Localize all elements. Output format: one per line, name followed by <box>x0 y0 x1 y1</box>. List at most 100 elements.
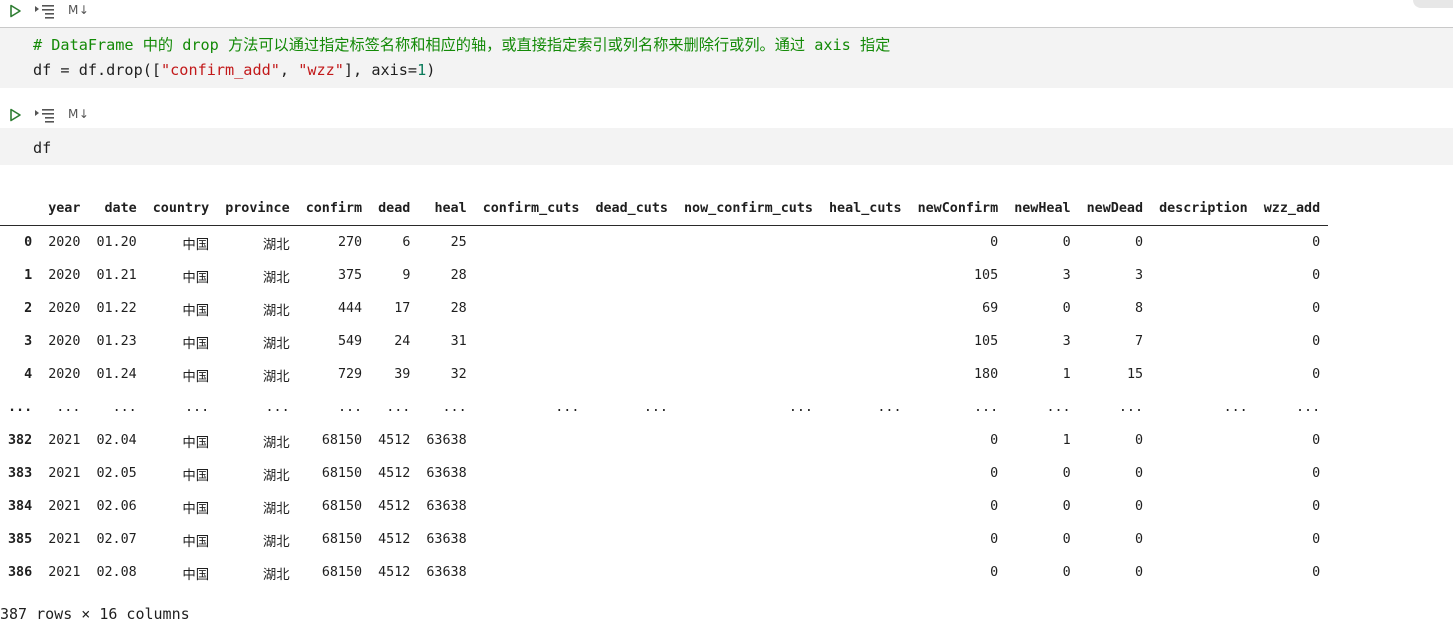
column-header: confirm_cuts <box>474 192 588 226</box>
table-cell: 3 <box>1062 268 1071 283</box>
column-header: newDead <box>1078 192 1152 226</box>
table-cell: ... <box>265 400 290 415</box>
table-cell: 9 <box>402 268 411 283</box>
table-cell: 01.20 <box>96 235 137 250</box>
table-cell <box>587 523 676 556</box>
code-cell-1[interactable]: # DataFrame 中的 drop 方法可以通过指定标签名称和相应的轴，或直… <box>0 28 1453 88</box>
table-cell: 68150 <box>321 499 363 514</box>
table-cell: ... <box>112 400 137 415</box>
table-cell: 105 <box>974 268 999 283</box>
run-cell-icon[interactable] <box>8 108 22 122</box>
run-by-line-icon[interactable] <box>34 3 56 19</box>
table-cell: 01.22 <box>96 301 137 316</box>
dataframe-shape-summary: 387 rows × 16 columns <box>0 605 190 623</box>
column-header: confirm <box>297 192 371 226</box>
table-cell <box>821 226 910 260</box>
table-cell: 39 <box>394 367 411 382</box>
table-cell <box>1151 292 1256 325</box>
table-cell: ... <box>1046 400 1071 415</box>
table-cell: 4512 <box>378 433 411 448</box>
run-by-line-icon[interactable] <box>34 107 56 123</box>
table-row: 4 2020 01.24 中国 湖北 729 39 32 180 1 15 0 <box>0 358 1328 391</box>
table-cell: 0 <box>1312 433 1321 448</box>
table-cell: 2020 <box>48 235 81 250</box>
run-cell-icon[interactable] <box>8 4 22 18</box>
table-cell <box>475 490 588 523</box>
table-cell: 湖北 <box>262 336 290 352</box>
table-cell <box>587 457 676 490</box>
table-cell: 01.23 <box>96 334 137 349</box>
scroll-indicator <box>1413 0 1453 8</box>
column-header: dead_cuts <box>587 192 676 226</box>
table-cell: 28 <box>450 268 467 283</box>
row-index: 383 <box>8 466 33 481</box>
table-cell: 105 <box>974 334 999 349</box>
code-cell-2[interactable]: df <box>0 128 1453 165</box>
table-cell: 0 <box>1135 466 1144 481</box>
table-cell: 02.08 <box>96 565 137 580</box>
table-cell <box>1151 226 1256 260</box>
table-cell <box>676 226 821 260</box>
column-header: wzz_add <box>1255 192 1329 226</box>
table-cell <box>475 325 588 358</box>
table-cell: 中国 <box>182 237 210 253</box>
table-cell: 2020 <box>48 367 81 382</box>
table-cell: 2020 <box>48 268 81 283</box>
markdown-toggle[interactable]: M↓ <box>68 3 89 17</box>
table-row: 384 2021 02.06 中国 湖北 68150 4512 63638 0 0 0 0 <box>0 490 1328 523</box>
row-index: 1 <box>24 268 33 283</box>
code-line: df <box>33 139 52 157</box>
table-cell: 湖北 <box>262 303 290 319</box>
table-cell <box>587 226 676 260</box>
column-header: heal <box>418 192 475 226</box>
row-index: 0 <box>24 235 33 250</box>
table-cell: 湖北 <box>262 237 290 253</box>
table-cell: 0 <box>1135 565 1144 580</box>
table-cell: ... <box>386 400 411 415</box>
table-cell <box>676 523 821 556</box>
table-cell <box>1151 325 1256 358</box>
table-cell <box>587 556 676 589</box>
row-index: 3 <box>24 334 33 349</box>
table-cell <box>587 259 676 292</box>
table-cell: 3 <box>1135 268 1144 283</box>
table-cell: 02.07 <box>96 532 137 547</box>
table-cell: 0 <box>1135 235 1144 250</box>
table-cell <box>475 523 588 556</box>
table-cell: 180 <box>974 367 999 382</box>
table-cell: 15 <box>1126 367 1144 382</box>
column-header: newConfirm <box>909 192 1007 226</box>
table-cell: 63638 <box>426 499 467 514</box>
table-cell: ... <box>337 400 363 415</box>
table-cell: 0 <box>1062 565 1071 580</box>
table-cell <box>1151 424 1256 457</box>
table-cell <box>821 424 910 457</box>
table-cell: 中国 <box>182 468 210 484</box>
table-cell: ... <box>1296 400 1321 415</box>
table-cell: 0 <box>1312 499 1321 514</box>
table-cell: 0 <box>1312 334 1321 349</box>
table-cell: 1 <box>1062 433 1071 448</box>
table-cell: 2020 <box>48 301 81 316</box>
table-cell: ... <box>974 400 999 415</box>
table-cell <box>475 457 588 490</box>
table-cell: ... <box>788 400 813 415</box>
table-cell: 02.05 <box>96 466 137 481</box>
table-cell <box>587 490 676 523</box>
table-cell: 湖北 <box>262 270 290 286</box>
dataframe-output: year date country province confirm dead heal co… <box>0 192 1329 589</box>
code-line: df = df.drop(["confirm_add", "wzz"], axi… <box>33 61 436 79</box>
markdown-toggle[interactable]: M↓ <box>68 107 89 121</box>
table-cell: 0 <box>990 466 999 481</box>
table-cell <box>587 424 676 457</box>
table-cell: 375 <box>337 268 363 283</box>
column-header: province <box>217 192 298 226</box>
table-cell: 2021 <box>48 565 81 580</box>
table-cell: 63638 <box>426 565 467 580</box>
row-index: 382 <box>8 433 33 448</box>
table-cell: 02.04 <box>96 433 137 448</box>
table-cell <box>587 325 676 358</box>
table-cell: ... <box>643 400 668 415</box>
table-cell <box>475 556 588 589</box>
table-cell: 中国 <box>182 501 210 517</box>
